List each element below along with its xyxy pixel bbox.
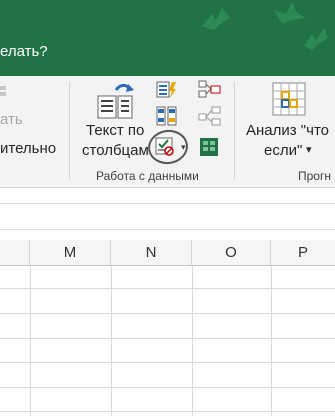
- group-separator: [234, 82, 235, 180]
- text-to-columns-button[interactable]: Текст по столбцам: [80, 82, 152, 162]
- column-header-n[interactable]: N: [111, 240, 192, 266]
- remove-duplicates-button[interactable]: [156, 106, 178, 126]
- what-if-analysis-icon: [272, 82, 306, 116]
- forecast-group-label: Прогн: [298, 169, 331, 183]
- grid-line: [0, 411, 335, 412]
- consolidate-icon: [198, 80, 221, 98]
- chevron-down-icon: ▾: [306, 144, 312, 156]
- column-header-blank[interactable]: [0, 240, 30, 266]
- column-header-p[interactable]: P: [271, 240, 335, 266]
- tell-me-search[interactable]: елать?: [0, 43, 48, 60]
- flash-fill-icon: [156, 81, 176, 98]
- bird-decoration-icon: [202, 8, 230, 30]
- data-model-icon: [200, 138, 218, 156]
- column-header-m[interactable]: M: [30, 240, 111, 266]
- grid-line: [0, 362, 335, 363]
- partial-icon: [0, 86, 6, 96]
- partial-button-dim: ать: [0, 111, 23, 128]
- group-separator: [69, 82, 70, 180]
- formula-bar[interactable]: [0, 203, 335, 230]
- grid-line: [0, 288, 335, 289]
- grid-line: [0, 338, 335, 339]
- column-header-o[interactable]: O: [192, 240, 271, 266]
- what-if-label-1: Анализ "что: [246, 122, 329, 139]
- what-if-analysis-button[interactable]: Анализ "что если" ▾: [244, 82, 335, 162]
- remove-duplicates-icon: [156, 106, 177, 126]
- grid-line: [0, 387, 335, 388]
- text-to-columns-icon: [97, 83, 134, 119]
- title-bar: елать?: [0, 0, 335, 76]
- relationships-button[interactable]: [198, 106, 222, 126]
- bird-decoration-icon: [274, 2, 306, 24]
- text-to-columns-label-2: столбцам: [82, 142, 149, 159]
- partial-button-label[interactable]: ительно: [0, 140, 56, 157]
- bird-decoration-icon: [304, 28, 328, 50]
- manage-data-model-button[interactable]: [198, 134, 222, 160]
- relationships-icon: [198, 106, 221, 126]
- grid-line: [0, 313, 335, 314]
- what-if-label-2: если": [264, 142, 303, 159]
- consolidate-button[interactable]: [198, 80, 222, 100]
- data-tools-group-label: Работа с данными: [96, 169, 199, 183]
- flash-fill-button[interactable]: [156, 80, 178, 100]
- text-to-columns-label-1: Текст по: [86, 122, 145, 139]
